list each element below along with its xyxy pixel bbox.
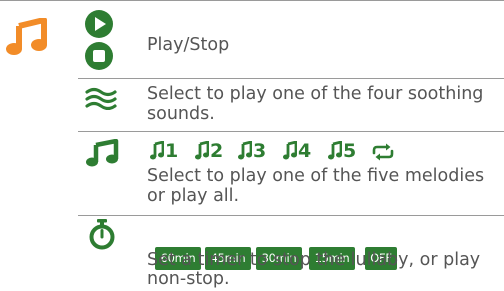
row-divider <box>78 78 504 79</box>
melody-number: 2 <box>210 140 224 162</box>
play-icon[interactable] <box>84 9 114 39</box>
music-note-icon <box>195 141 209 160</box>
waves-icon[interactable] <box>85 86 117 110</box>
sounds-description-line1: Select to play one of the four soothing <box>147 84 484 104</box>
melody-1-button[interactable]: 1 <box>150 139 178 163</box>
music-note-icon <box>238 141 252 160</box>
music-note-icon <box>150 141 164 160</box>
melody-number: 3 <box>253 140 267 162</box>
play-stop-description: Play/Stop <box>147 35 230 55</box>
row-divider <box>78 215 504 216</box>
melody-number: 1 <box>165 140 179 162</box>
stop-icon[interactable] <box>84 41 114 71</box>
melody-2-button[interactable]: 2 <box>195 139 223 163</box>
repeat-icon[interactable] <box>370 142 396 162</box>
melody-5-button[interactable]: 5 <box>328 139 356 163</box>
timer-icon[interactable] <box>88 218 116 250</box>
melodies-description-line2: or play all. <box>147 186 240 206</box>
timer-description-line1: Set a timer to stop the lullaby, or play <box>147 250 481 270</box>
sounds-description-line2: sounds. <box>147 104 215 124</box>
melodies-description-line1: Select to play one of the five melodies <box>147 166 485 186</box>
melody-number: 5 <box>343 140 357 162</box>
row-divider <box>78 131 504 132</box>
timer-description-line2: non-stop. <box>147 269 230 289</box>
melody-number: 4 <box>298 140 312 162</box>
music-note-icon <box>6 18 47 55</box>
music-note-icon <box>328 141 342 160</box>
music-note-icon <box>283 141 297 160</box>
melody-4-button[interactable]: 4 <box>283 139 311 163</box>
top-divider <box>0 0 504 1</box>
melody-3-button[interactable]: 3 <box>238 139 266 163</box>
music-note-icon <box>86 139 119 167</box>
